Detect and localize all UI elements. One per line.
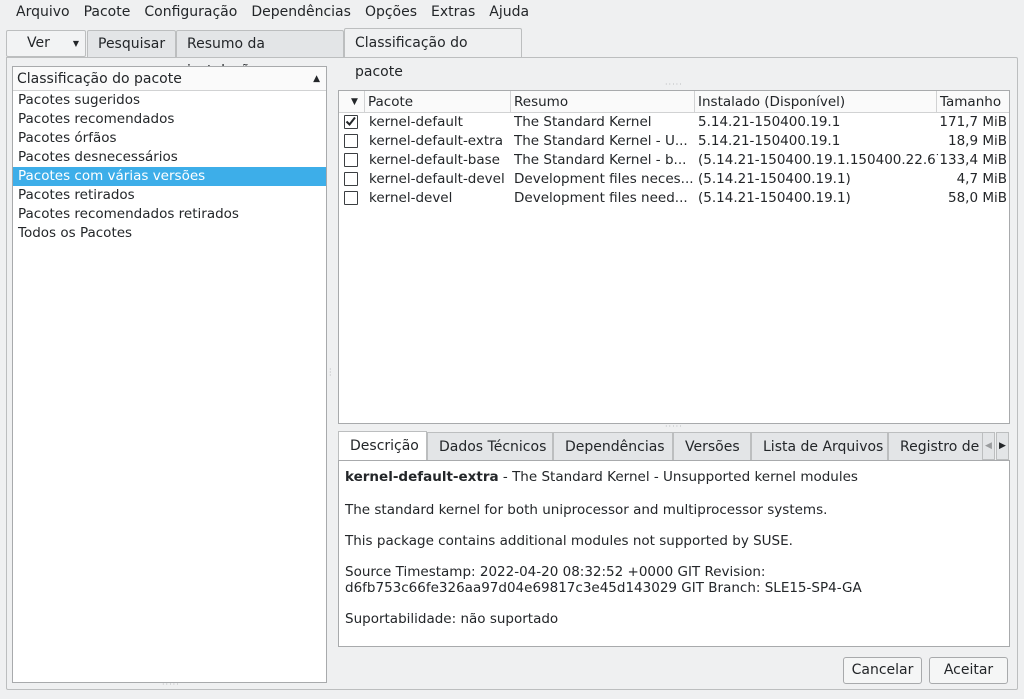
column-header-installed[interactable]: Instalado (Disponível) bbox=[695, 91, 937, 113]
menu-extras[interactable]: Extras bbox=[424, 0, 482, 24]
list-item-orphaned[interactable]: Pacotes órfãos bbox=[13, 129, 326, 148]
tab-dependencies-label: Dependências bbox=[565, 439, 665, 455]
left-bottom-splitter-handle[interactable]: ····· bbox=[162, 680, 180, 689]
tab-scroll-right-icon[interactable]: ▶ bbox=[996, 432, 1009, 460]
package-size: 58,0 MiB bbox=[947, 190, 1007, 206]
tab-technical-data[interactable]: Dados Técnicos bbox=[427, 432, 553, 461]
description-package-summary: - The Standard Kernel - Unsupported kern… bbox=[498, 469, 858, 485]
menu-ajuda[interactable]: Ajuda bbox=[482, 0, 536, 24]
description-package-name: kernel-default-extra bbox=[345, 469, 499, 485]
view-button-label: Ver bbox=[27, 35, 50, 51]
package-summary: The Standard Kernel bbox=[514, 114, 652, 130]
package-status-checkbox[interactable] bbox=[344, 134, 358, 148]
package-status-checkbox[interactable] bbox=[344, 115, 358, 129]
table-row[interactable]: kernel-default-extra The Standard Kernel… bbox=[339, 132, 1009, 151]
top-tab-row: Ver ▼ Pesquisar Resumo da instalação Cla… bbox=[0, 28, 1024, 80]
list-item-unneeded[interactable]: Pacotes desnecessários bbox=[13, 148, 326, 167]
menu-arquivo[interactable]: Arquivo bbox=[9, 0, 77, 24]
table-row[interactable]: kernel-default-base The Standard Kernel … bbox=[339, 151, 1009, 170]
menu-pacote[interactable]: Pacote bbox=[77, 0, 138, 24]
package-size: 171,7 MiB bbox=[939, 114, 1007, 130]
sort-descending-icon: ▼ bbox=[351, 97, 358, 107]
vertical-splitter-handle[interactable]: · · · bbox=[329, 366, 333, 380]
tab-technical-data-label: Dados Técnicos bbox=[439, 439, 547, 455]
tab-description[interactable]: Descrição bbox=[338, 431, 427, 462]
menu-opcoes[interactable]: Opções bbox=[358, 0, 424, 24]
list-item-multiversion[interactable]: Pacotes com várias versões bbox=[13, 167, 326, 186]
description-title: kernel-default-extra - The Standard Kern… bbox=[345, 469, 1003, 485]
package-size: 4,7 MiB bbox=[956, 171, 1007, 187]
list-item-all-packages[interactable]: Todos os Pacotes bbox=[13, 224, 326, 243]
package-summary: The Standard Kernel - U... bbox=[514, 133, 688, 149]
column-header-summary[interactable]: Resumo bbox=[511, 91, 695, 113]
list-item-recommended[interactable]: Pacotes recomendados bbox=[13, 110, 326, 129]
package-installed-version: (5.14.21-150400.19.1.150400.22.67) bbox=[698, 152, 938, 168]
detail-tab-bar: Descrição Dados Técnicos Dependências Ve… bbox=[337, 431, 1010, 462]
tab-file-list[interactable]: Lista de Arquivos bbox=[751, 432, 888, 461]
tab-package-classification[interactable]: Classificação do pacote bbox=[344, 28, 522, 80]
tab-scroll-left-icon[interactable]: ◀ bbox=[982, 432, 995, 460]
tab-dependencies[interactable]: Dependências bbox=[553, 432, 673, 461]
package-installed-version: (5.14.21-150400.19.1) bbox=[698, 190, 851, 206]
package-name: kernel-default-devel bbox=[369, 171, 505, 187]
package-name: kernel-default bbox=[369, 114, 463, 130]
classification-header-label: Classificação do pacote bbox=[17, 71, 182, 87]
table-row[interactable]: kernel-default The Standard Kernel 5.14.… bbox=[339, 113, 1009, 132]
view-menu-button[interactable]: Ver ▼ bbox=[6, 30, 86, 57]
description-paragraph: This package contains additional modules… bbox=[345, 533, 793, 549]
menu-dependencias[interactable]: Dependências bbox=[244, 0, 358, 24]
tab-versions[interactable]: Versões bbox=[673, 432, 751, 461]
tab-search[interactable]: Pesquisar bbox=[87, 30, 176, 58]
checkmark-icon bbox=[345, 116, 356, 127]
package-table[interactable]: ▼ Pacote Resumo Instalado (Disponível) T… bbox=[338, 90, 1010, 424]
tab-change-log-label: Registro de a bbox=[900, 439, 984, 455]
classification-list[interactable]: Classificação do pacote ▲ Pacotes sugeri… bbox=[12, 66, 327, 683]
list-item-retracted-recommended[interactable]: Pacotes recomendados retirados bbox=[13, 205, 326, 224]
classification-list-header[interactable]: Classificação do pacote ▲ bbox=[13, 67, 326, 91]
package-size: 18,9 MiB bbox=[947, 133, 1007, 149]
column-header-package[interactable]: Pacote bbox=[365, 91, 511, 113]
package-summary: Development files neces... bbox=[514, 171, 694, 187]
list-item-suggested[interactable]: Pacotes sugeridos bbox=[13, 91, 326, 110]
package-name: kernel-devel bbox=[369, 190, 453, 206]
package-status-checkbox[interactable] bbox=[344, 191, 358, 205]
supportability-line: Suportabilidade: não suportado bbox=[345, 611, 559, 627]
tab-description-label: Descrição bbox=[350, 438, 419, 454]
package-summary: The Standard Kernel - b... bbox=[514, 152, 687, 168]
package-installed-version: 5.14.21-150400.19.1 bbox=[698, 114, 841, 130]
tab-change-log[interactable]: Registro de a bbox=[888, 432, 984, 461]
package-installed-version: 5.14.21-150400.19.1 bbox=[698, 133, 841, 149]
cancel-button[interactable]: Cancelar bbox=[843, 657, 922, 684]
source-timestamp-line: Source Timestamp: 2022-04-20 08:32:52 +0… bbox=[345, 564, 766, 580]
table-row[interactable]: kernel-default-devel Development files n… bbox=[339, 170, 1009, 189]
description-paragraph: The standard kernel for both uniprocesso… bbox=[345, 502, 828, 518]
package-summary: Development files need... bbox=[514, 190, 688, 206]
accept-button[interactable]: Aceitar bbox=[929, 657, 1008, 684]
list-item-retracted[interactable]: Pacotes retirados bbox=[13, 186, 326, 205]
description-pane: kernel-default-extra - The Standard Kern… bbox=[338, 460, 1010, 647]
package-size: 133,4 MiB bbox=[939, 152, 1007, 168]
sort-ascending-icon: ▲ bbox=[313, 74, 320, 84]
status-column-header[interactable]: ▼ bbox=[339, 91, 365, 113]
menu-bar: Arquivo Pacote Configuração Dependências… bbox=[0, 0, 1024, 24]
table-row[interactable]: kernel-devel Development files need... (… bbox=[339, 189, 1009, 208]
tab-versions-label: Versões bbox=[685, 439, 740, 455]
package-status-checkbox[interactable] bbox=[344, 172, 358, 186]
tab-installation-summary[interactable]: Resumo da instalação bbox=[176, 30, 344, 79]
top-splitter-handle[interactable]: ····· bbox=[665, 80, 683, 89]
package-status-checkbox[interactable] bbox=[344, 153, 358, 167]
git-revision-line: d6fb753c66fe326aa97d04e69817c3e45d143029… bbox=[345, 580, 862, 596]
dropdown-arrow-icon: ▼ bbox=[72, 39, 79, 48]
package-name: kernel-default-base bbox=[369, 152, 500, 168]
package-table-header: ▼ Pacote Resumo Instalado (Disponível) T… bbox=[339, 91, 1009, 113]
column-header-size[interactable]: Tamanho bbox=[937, 91, 1009, 113]
tab-search-label: Pesquisar bbox=[98, 36, 166, 52]
source-info: Source Timestamp: 2022-04-20 08:32:52 +0… bbox=[345, 564, 1003, 596]
package-installed-version: (5.14.21-150400.19.1) bbox=[698, 171, 851, 187]
tab-file-list-label: Lista de Arquivos bbox=[763, 439, 884, 455]
menu-configuracao[interactable]: Configuração bbox=[137, 0, 244, 24]
package-name: kernel-default-extra bbox=[369, 133, 503, 149]
